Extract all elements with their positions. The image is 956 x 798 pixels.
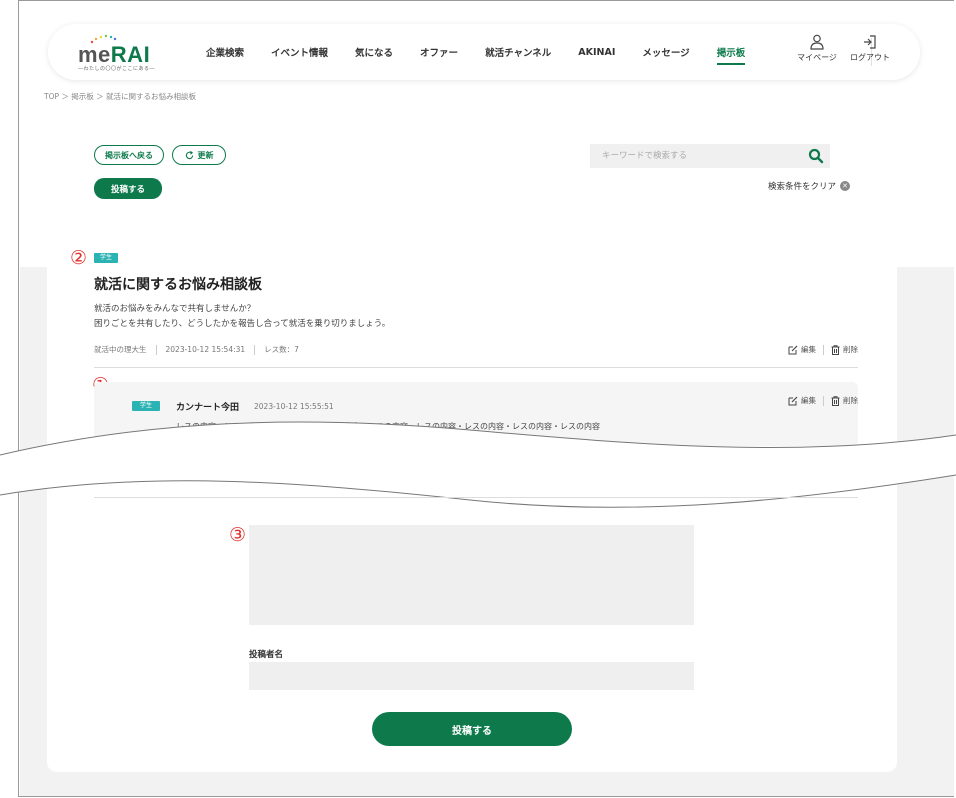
logout-button[interactable]: ログアウト bbox=[848, 34, 892, 63]
submit-reply-label: 投稿する bbox=[452, 725, 492, 737]
search-icon[interactable] bbox=[808, 148, 824, 164]
breadcrumb[interactable]: TOP ＞ 掲示板 ＞ 就活に関するお悩み相談板 bbox=[44, 91, 196, 102]
search-input[interactable] bbox=[602, 144, 802, 168]
nav-offers[interactable]: オファー bbox=[420, 45, 458, 59]
logo-tagline: ―わたしの〇〇がここにある― bbox=[78, 66, 156, 72]
back-to-board-button[interactable]: 掲示板へ戻る bbox=[94, 145, 164, 165]
main-nav: 企業検索 イベント情報 気になる オファー 就活チャンネル AKINAI メッセ… bbox=[206, 24, 772, 80]
thread-delete-label: 削除 bbox=[843, 345, 858, 354]
refresh-icon bbox=[185, 150, 193, 159]
edit-icon bbox=[788, 345, 798, 354]
logo-me: me bbox=[78, 42, 111, 67]
nav-company-search[interactable]: 企業検索 bbox=[206, 45, 244, 59]
thread-divider bbox=[94, 367, 858, 368]
submit-reply-button[interactable]: 投稿する bbox=[372, 712, 572, 746]
trash-icon bbox=[831, 344, 840, 355]
thread-description-line2: 困りごとを共有したり、どうしたかを報告し合って就活を乗り切りましょう。 bbox=[94, 319, 391, 329]
clear-search-label: 検索条件をクリア bbox=[768, 182, 837, 192]
meta-divider bbox=[155, 344, 157, 355]
thread-description-line1: 就活のお悩みをみんなで共有しませんか？ bbox=[94, 304, 256, 314]
user-icon bbox=[810, 34, 824, 50]
site-header: meRAI ―わたしの〇〇がここにある― 企業検索 イベント情報 気になる オフ… bbox=[48, 24, 920, 80]
reply-date: 2023-10-12 15:55:51 bbox=[254, 402, 334, 411]
reply-delete-button[interactable]: 削除 bbox=[831, 395, 858, 406]
action-divider bbox=[823, 395, 824, 406]
nav-channel[interactable]: 就活チャンネル bbox=[485, 45, 551, 59]
thread-author: 就活中の理大生 bbox=[94, 345, 147, 354]
thread-actions: 編集 削除 bbox=[788, 344, 858, 355]
nav-akinai[interactable]: AKINAI bbox=[578, 47, 615, 58]
logout-icon bbox=[864, 35, 876, 49]
nav-messages[interactable]: メッセージ bbox=[642, 45, 689, 59]
reply-edit-label: 編集 bbox=[801, 396, 816, 405]
mypage-label: マイページ bbox=[797, 53, 837, 62]
back-label: 掲示板へ戻る bbox=[105, 150, 153, 160]
reply-textarea[interactable] bbox=[249, 525, 694, 625]
mypage-button[interactable]: マイページ bbox=[795, 34, 839, 63]
annotation-marker-3: ③ bbox=[229, 524, 247, 546]
post-thread-label: 投稿する bbox=[110, 184, 145, 195]
reply-edit-button[interactable]: 編集 bbox=[788, 395, 816, 406]
meta-divider bbox=[254, 344, 256, 355]
nav-board[interactable]: 掲示板 bbox=[716, 45, 745, 65]
form-divider bbox=[94, 497, 858, 498]
annotation-marker-2: ② bbox=[70, 247, 88, 269]
logo-rai: RAI bbox=[110, 42, 151, 67]
search-box bbox=[590, 144, 830, 168]
thread-title: 就活に関するお悩み相談板 bbox=[94, 277, 262, 293]
logout-label: ログアウト bbox=[850, 53, 890, 62]
refresh-label: 更新 bbox=[197, 150, 214, 160]
clear-search-link[interactable]: 検索条件をクリア ✕ bbox=[768, 180, 851, 192]
nav-favorites[interactable]: 気になる bbox=[355, 45, 393, 59]
trash-icon bbox=[831, 395, 840, 406]
edit-icon bbox=[788, 396, 798, 405]
thread-edit-label: 編集 bbox=[801, 345, 816, 354]
thread-meta: 就活中の理大生 2023-10-12 15:54:31 レス数：7 bbox=[94, 344, 299, 355]
thread-badge: 学生 bbox=[94, 253, 119, 263]
thread-reply-count: レス数：7 bbox=[264, 345, 299, 354]
thread-date: 2023-10-12 15:54:31 bbox=[165, 345, 246, 354]
thread-edit-button[interactable]: 編集 bbox=[788, 344, 816, 355]
reply-author: カンナート今田 bbox=[176, 403, 240, 413]
action-divider bbox=[823, 344, 824, 355]
refresh-button[interactable]: 更新 bbox=[172, 145, 226, 165]
reply-badge: 学生 bbox=[132, 401, 161, 411]
torn-paper-divider bbox=[0, 421, 956, 508]
poster-name-label: 投稿者名 bbox=[249, 650, 284, 660]
poster-name-input[interactable] bbox=[249, 662, 694, 690]
clear-icon: ✕ bbox=[840, 181, 851, 191]
reply-delete-label: 削除 bbox=[843, 396, 858, 405]
post-thread-button[interactable]: 投稿する bbox=[94, 178, 162, 199]
reply-actions: 編集 削除 bbox=[788, 395, 858, 406]
thread-delete-button[interactable]: 削除 bbox=[831, 344, 858, 355]
nav-events[interactable]: イベント情報 bbox=[271, 45, 328, 59]
logo[interactable]: meRAI ―わたしの〇〇がここにある― bbox=[78, 34, 158, 72]
